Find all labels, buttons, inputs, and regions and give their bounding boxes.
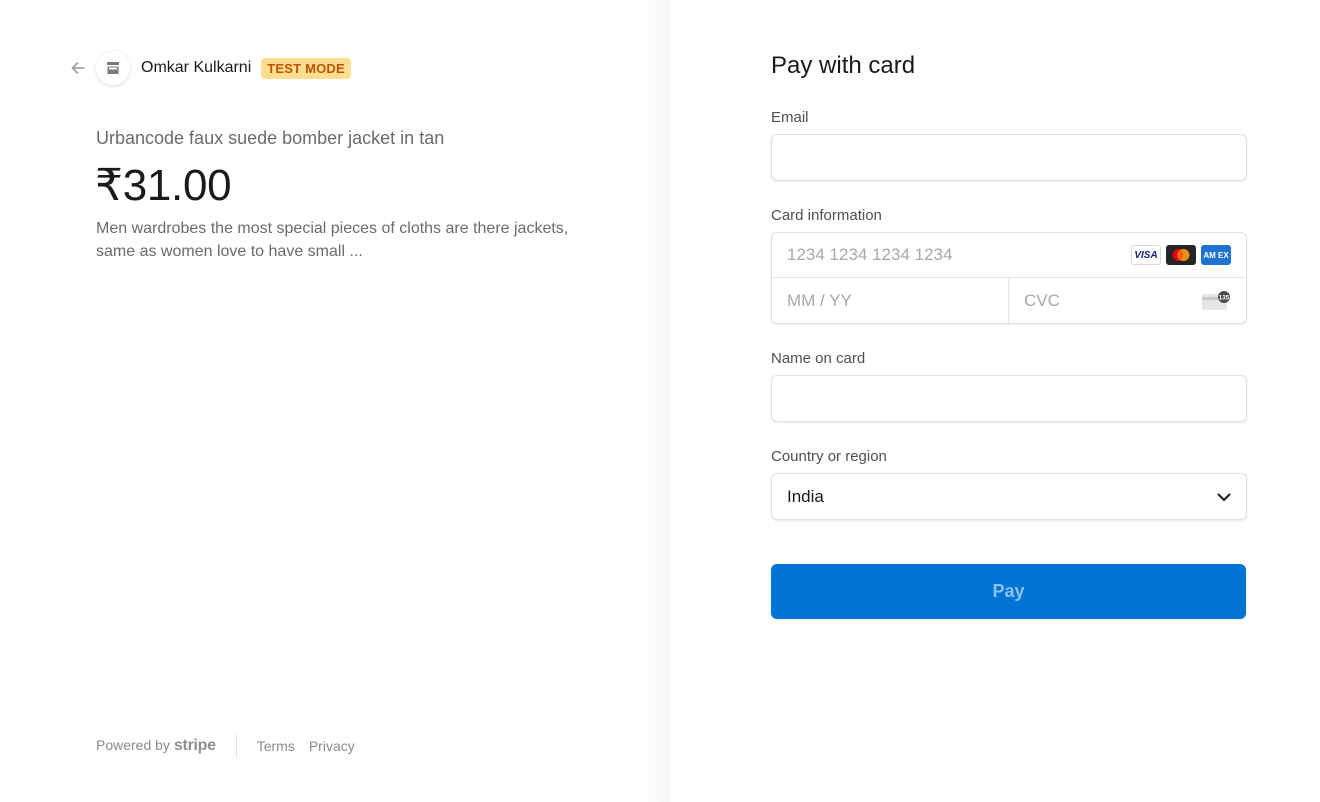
powered-by-stripe[interactable]: Powered by stripe <box>96 737 216 755</box>
payment-form: Pay with card Email Card information 123… <box>771 48 1247 619</box>
order-summary-panel: Omkar Kulkarni TEST MODE Urbancode faux … <box>0 0 670 802</box>
footer: Powered by stripe Terms Privacy <box>96 734 369 758</box>
name-on-card-label: Name on card <box>771 350 866 367</box>
card-number-placeholder: 1234 1234 1234 1234 <box>787 245 953 264</box>
chevron-down-icon <box>1217 493 1231 501</box>
expiry-placeholder: MM / YY <box>787 290 852 310</box>
country-label: Country or region <box>771 448 887 465</box>
powered-by-label: Powered by <box>96 737 170 753</box>
mastercard-icon <box>1166 245 1196 265</box>
stripe-logo: stripe <box>173 737 216 754</box>
product-name: Urbancode faux suede bomber jacket in ta… <box>96 128 445 148</box>
name-on-card-field[interactable] <box>771 375 1247 422</box>
country-select[interactable]: India <box>771 473 1247 520</box>
card-information-group: 1234 1234 1234 1234 VISA AM EX MM / YY C… <box>771 232 1247 324</box>
test-mode-badge: TEST MODE <box>261 57 351 79</box>
terms-link[interactable]: Terms <box>257 738 295 754</box>
amex-icon: AM EX <box>1201 245 1231 265</box>
merchant-name: Omkar Kulkarni <box>141 59 252 76</box>
pay-button[interactable]: Pay <box>771 564 1246 619</box>
card-brand-icons: VISA AM EX <box>1131 245 1231 265</box>
merchant-avatar <box>96 51 130 85</box>
card-expiry-field[interactable]: MM / YY <box>772 278 1009 323</box>
form-title: Pay with card <box>771 52 916 79</box>
storefront-icon <box>107 62 119 74</box>
card-information-label: Card information <box>771 207 882 224</box>
merchant-header: Omkar Kulkarni TEST MODE <box>68 50 351 86</box>
product-price: ₹31.00 <box>95 161 232 210</box>
card-number-field[interactable]: 1234 1234 1234 1234 VISA AM EX <box>772 233 1246 278</box>
privacy-link[interactable]: Privacy <box>309 738 355 754</box>
card-cvc-field[interactable]: CVC 135 <box>1009 278 1246 323</box>
visa-icon: VISA <box>1131 245 1161 265</box>
footer-divider <box>235 734 237 758</box>
payment-panel: Pay with card Email Card information 123… <box>670 0 1320 802</box>
product-description: Men wardrobes the most special pieces of… <box>96 220 569 260</box>
email-label: Email <box>771 109 809 126</box>
cvc-card-icon: 135 <box>1202 290 1230 310</box>
arrow-left-icon <box>71 62 85 74</box>
back-button[interactable] <box>68 58 88 78</box>
country-selected-value: India <box>787 486 824 506</box>
email-field[interactable] <box>771 134 1247 181</box>
cvc-icon-text: 135 <box>1219 294 1230 301</box>
cvc-placeholder: CVC <box>1024 290 1060 310</box>
